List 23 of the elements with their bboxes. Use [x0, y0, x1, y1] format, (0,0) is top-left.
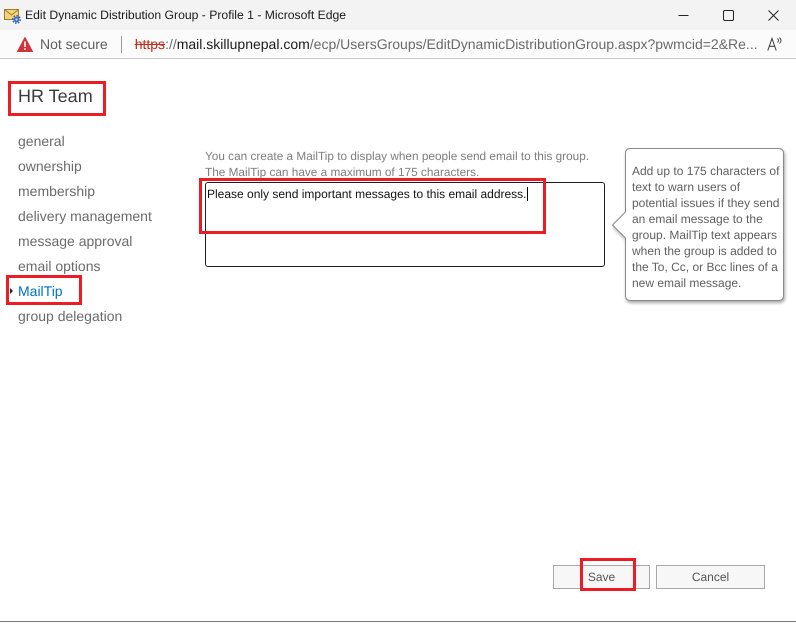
save-button[interactable]: Save — [553, 565, 650, 589]
close-icon — [768, 10, 779, 20]
mailtip-text-field[interactable]: Please only send important messages to this email address. — [205, 182, 605, 267]
triangle-marker-icon — [10, 288, 13, 294]
nav-link[interactable]: ownership — [18, 156, 82, 174]
page-title: HR Team — [18, 85, 93, 108]
read-aloud-icon[interactable] — [767, 37, 783, 51]
nav-link[interactable]: email options — [18, 256, 100, 274]
window-title: Edit Dynamic Distribution Group - Profile 1 - Microsoft Edge — [25, 8, 348, 22]
envelope-gear-icon — [4, 6, 21, 24]
nav-link[interactable]: general — [18, 132, 65, 150]
nav-link[interactable]: membership — [18, 182, 96, 200]
nav-link[interactable]: group delegation — [18, 306, 122, 324]
url-text[interactable]: https://mail.skillupnepal.com/ecp/UsersGroups/EditDynamicDistributionGroup.aspx?pwmcid=2&Re... — [134, 36, 758, 52]
nav-link[interactable]: message approval — [18, 232, 132, 250]
tooltip-text: Add up to 175 characters of text to warn users of potential issues if they send an email message to the group. MailTip text appears when the group is added to the To, Cc, or Bcc lines of a new email message. — [631, 163, 780, 291]
nav-link[interactable]: delivery management — [18, 206, 152, 224]
security-label[interactable]: Not secure — [40, 36, 108, 52]
cancel-button[interactable]: Cancel — [656, 565, 765, 589]
description-text: The MailTip can have a maximum of 175 characters. — [205, 164, 480, 180]
description-text: You can create a MailTip to display when people send email to this group. — [205, 148, 590, 164]
nav-link[interactable]: MailTip — [18, 282, 63, 300]
maximize-icon — [723, 10, 734, 20]
